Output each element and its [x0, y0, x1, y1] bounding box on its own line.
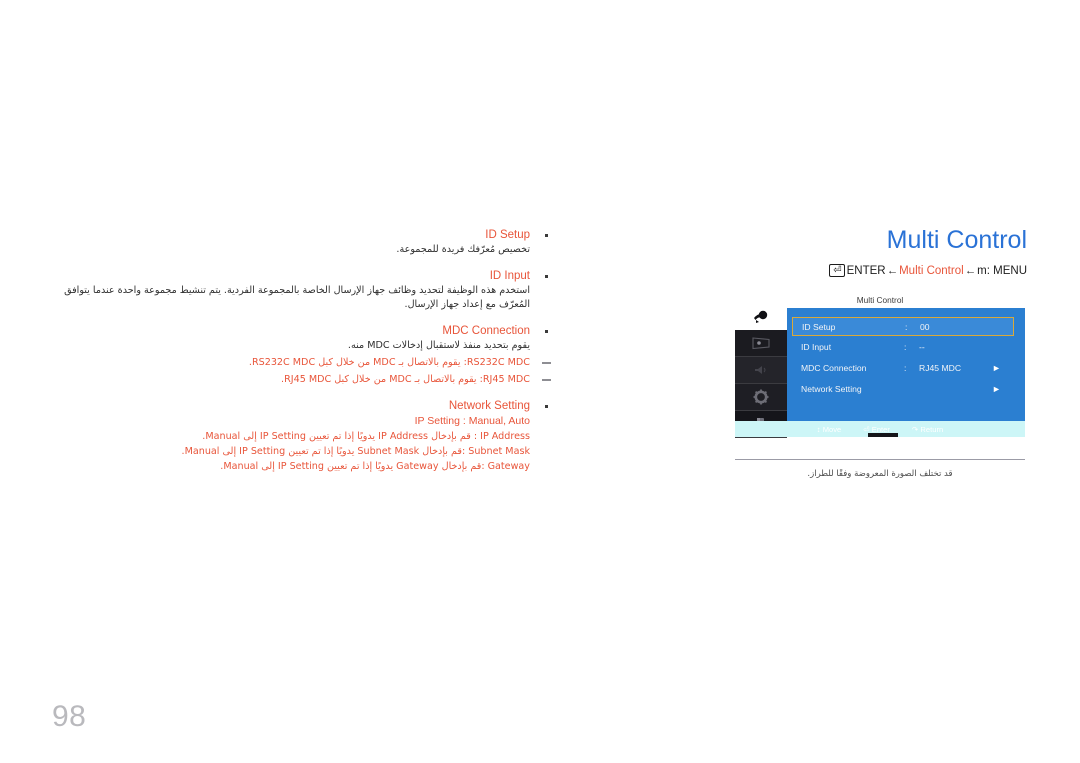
doc-subitem: RS232C MDC: يقوم بالاتصال بـ MDC من خلال…	[60, 355, 551, 370]
figure-caption: قد تختلف الصورة المعروضة وفقًا للطراز.	[807, 469, 953, 479]
osd-menu-list: ID Setup : 00 ID Input : -- MDC Connecti…	[792, 317, 1014, 399]
osd-icon-system[interactable]	[735, 384, 787, 411]
enter-key-icon: ⏎	[829, 264, 845, 277]
osd-row-id-setup[interactable]: ID Setup : 00	[792, 317, 1014, 336]
menu-navigation-path: ⏎ ENTER←Multi Control←m: MENU	[735, 264, 1027, 279]
doc-line-ip-address: IP Address : قم بإدخال IP Address يدويًا…	[202, 431, 530, 442]
nav-enter-label: ENTER	[846, 265, 886, 277]
osd-hint-move-label: Move	[822, 424, 842, 434]
doc-body: يقوم بتحديد منفذ لاستقبال إدخالات MDC من…	[347, 339, 530, 351]
multi-control-icon	[754, 310, 768, 323]
osd-footer-indicator	[868, 433, 898, 437]
osd-row-colon: :	[904, 362, 907, 373]
illustration-column: Multi Control ⏎ ENTER←Multi Control←m: ME…	[735, 225, 1027, 479]
doc-subitem: RJ45 MDC: يقوم بالاتصال بـ MDC من خلال ك…	[60, 372, 551, 387]
picture-icon	[752, 337, 770, 350]
nav-arrow-icon: ←	[964, 265, 977, 277]
doc-line-gateway: Gateway :قم بإدخال Gateway يدويًا إذا تم…	[220, 461, 530, 472]
bullet-icon	[545, 329, 548, 333]
doc-block-id-input: ID Input استخدم هذه الوظيفة لتحديد وظائف…	[60, 269, 548, 313]
osd-row-label: Network Setting	[801, 383, 862, 394]
osd-row-value: --	[919, 341, 925, 352]
doc-heading: ID Setup	[485, 229, 530, 241]
osd-hint-return: ↷ Return	[911, 424, 944, 434]
nav-menu-label: : MENU	[986, 265, 1027, 277]
dash-icon	[542, 379, 551, 381]
doc-heading: Network Setting	[448, 400, 530, 412]
doc-line-ip-setting: IP Setting : Manual, Auto	[414, 415, 530, 427]
osd-icon-picture[interactable]	[735, 330, 787, 357]
doc-subitem-text: RS232C MDC: يقوم بالاتصال بـ MDC من خلال…	[248, 357, 530, 368]
doc-body: استخدم هذه الوظيفة لتحديد وظائف جهاز الإ…	[64, 284, 530, 311]
nav-arrow-icon: ←	[886, 265, 899, 277]
osd-hint-return-label: Return	[920, 424, 944, 434]
doc-line-subnet-mask: Subnet Mask :قم بإدخال Subnet Mask يدويً…	[181, 446, 530, 457]
doc-heading: ID Input	[489, 269, 530, 282]
osd-row-value: RJ45 MDC	[919, 362, 962, 373]
osd-row-label: MDC Connection	[801, 362, 867, 373]
osd-row-mdc-connection[interactable]: MDC Connection : RJ45 MDC ►	[792, 357, 1014, 378]
page-number: 98	[52, 700, 87, 733]
osd-row-label: ID Setup	[802, 321, 836, 332]
doc-body: تخصيص مُعرّفك فريدة للمجموعة.	[396, 244, 530, 255]
osd-icon-rail	[735, 303, 787, 438]
bullet-icon	[545, 234, 548, 237]
osd-footer-hints: ↕ Move ⏎ Enter ↷ Return	[735, 421, 1025, 437]
osd-icon-sound[interactable]	[735, 357, 787, 384]
system-gear-icon	[753, 389, 769, 405]
sound-icon	[755, 366, 766, 374]
osd-row-id-input[interactable]: ID Input : --	[792, 336, 1014, 357]
chevron-right-icon[interactable]: ►	[992, 384, 1001, 394]
dash-icon	[542, 362, 551, 364]
page-title: Multi Control	[886, 226, 1027, 254]
doc-block-id-setup: ID Setup تخصيص مُعرّفك فريدة للمجموعة.	[60, 228, 548, 258]
documentation-column: ID Setup تخصيص مُعرّفك فريدة للمجموعة. I…	[60, 228, 551, 483]
nav-middle-label: Multi Control	[899, 265, 964, 277]
osd-row-label: ID Input	[801, 341, 832, 352]
doc-block-network-setting: Network Setting IP Setting : Manual, Aut…	[60, 399, 548, 474]
bullet-icon	[545, 405, 548, 408]
osd-screenshot: Multi Control ID Setup: 00 ID Input: -…	[735, 295, 1025, 438]
chevron-right-icon[interactable]: ►	[992, 363, 1001, 373]
divider	[735, 459, 1025, 460]
osd-row-value: 00	[920, 321, 930, 332]
nav-menu-key: m	[977, 265, 987, 277]
doc-block-mdc-connection: MDC Connection يقوم بتحديد منفذ لاستقبال…	[60, 324, 551, 388]
osd-row-colon: :	[905, 321, 908, 332]
osd-hint-move: ↕ Move	[816, 424, 842, 434]
osd-row-network-setting[interactable]: Network Setting ►	[792, 378, 1014, 399]
doc-subitem-text: RJ45 MDC: يقوم بالاتصال بـ MDC من خلال ك…	[281, 374, 530, 385]
doc-heading: MDC Connection	[442, 324, 530, 337]
bullet-icon	[545, 274, 548, 278]
osd-row-colon: :	[904, 341, 907, 352]
osd-icon-multi-control[interactable]	[735, 303, 787, 330]
